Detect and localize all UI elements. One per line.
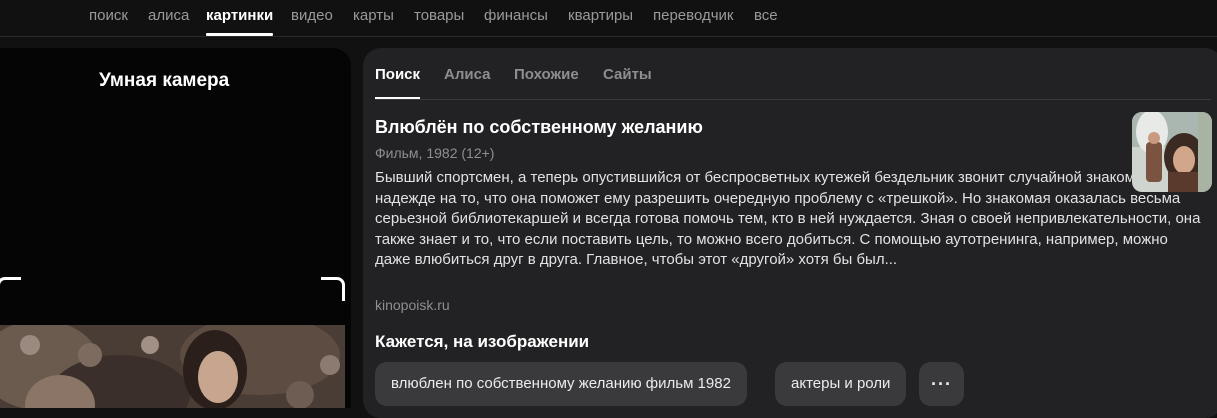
nav-item-video[interactable]: видео <box>291 7 333 24</box>
crop-corner-top-right[interactable] <box>321 277 345 301</box>
nav-item-maps[interactable]: карты <box>353 7 394 24</box>
film-meta: Фильм, 1982 (12+) <box>375 145 495 161</box>
film-description: Бывший спортсмен, а теперь опустившийся … <box>375 169 1201 268</box>
nav-item-finance[interactable]: финансы <box>484 7 548 24</box>
smart-camera-title: Умная камера <box>99 70 230 91</box>
nav-item-goods[interactable]: товары <box>414 7 464 24</box>
crop-corner-top-left[interactable] <box>0 277 21 301</box>
film-title[interactable]: Влюблён по собственному желанию <box>375 117 703 138</box>
uploaded-image-preview[interactable] <box>0 325 345 408</box>
top-navigation: поиск алиса картинки видео карты товары … <box>0 0 1217 37</box>
nav-item-apartments[interactable]: квартиры <box>568 7 633 24</box>
film-source-link[interactable]: kinopoisk.ru <box>375 297 450 313</box>
nav-item-translator[interactable]: переводчик <box>653 7 733 24</box>
nav-item-images[interactable]: картинки <box>206 7 273 24</box>
film-poster-thumbnail[interactable] <box>1132 112 1212 192</box>
nav-item-all[interactable]: все <box>754 7 778 24</box>
tab-search[interactable]: Поиск <box>375 66 420 83</box>
suggestion-chip-film-query[interactable]: влюблен по собственному желанию фильм 19… <box>375 362 747 406</box>
tab-similar[interactable]: Похожие <box>514 66 579 83</box>
suggestion-chip-actors[interactable]: актеры и роли <box>775 362 907 406</box>
nav-item-alice[interactable]: алиса <box>148 7 189 24</box>
nav-item-search[interactable]: поиск <box>89 7 128 24</box>
tab-alice[interactable]: Алиса <box>444 66 490 83</box>
nav-active-underline <box>206 33 273 36</box>
on-image-section-title: Кажется, на изображении <box>375 332 590 351</box>
tab-sites[interactable]: Сайты <box>603 66 652 83</box>
result-card: Поиск Алиса Похожие Сайты Влюблён по соб… <box>363 48 1217 418</box>
more-options-button[interactable]: ··· <box>919 362 964 406</box>
tabs-divider <box>375 99 1211 100</box>
smart-camera-panel: Умная камера <box>0 48 351 408</box>
